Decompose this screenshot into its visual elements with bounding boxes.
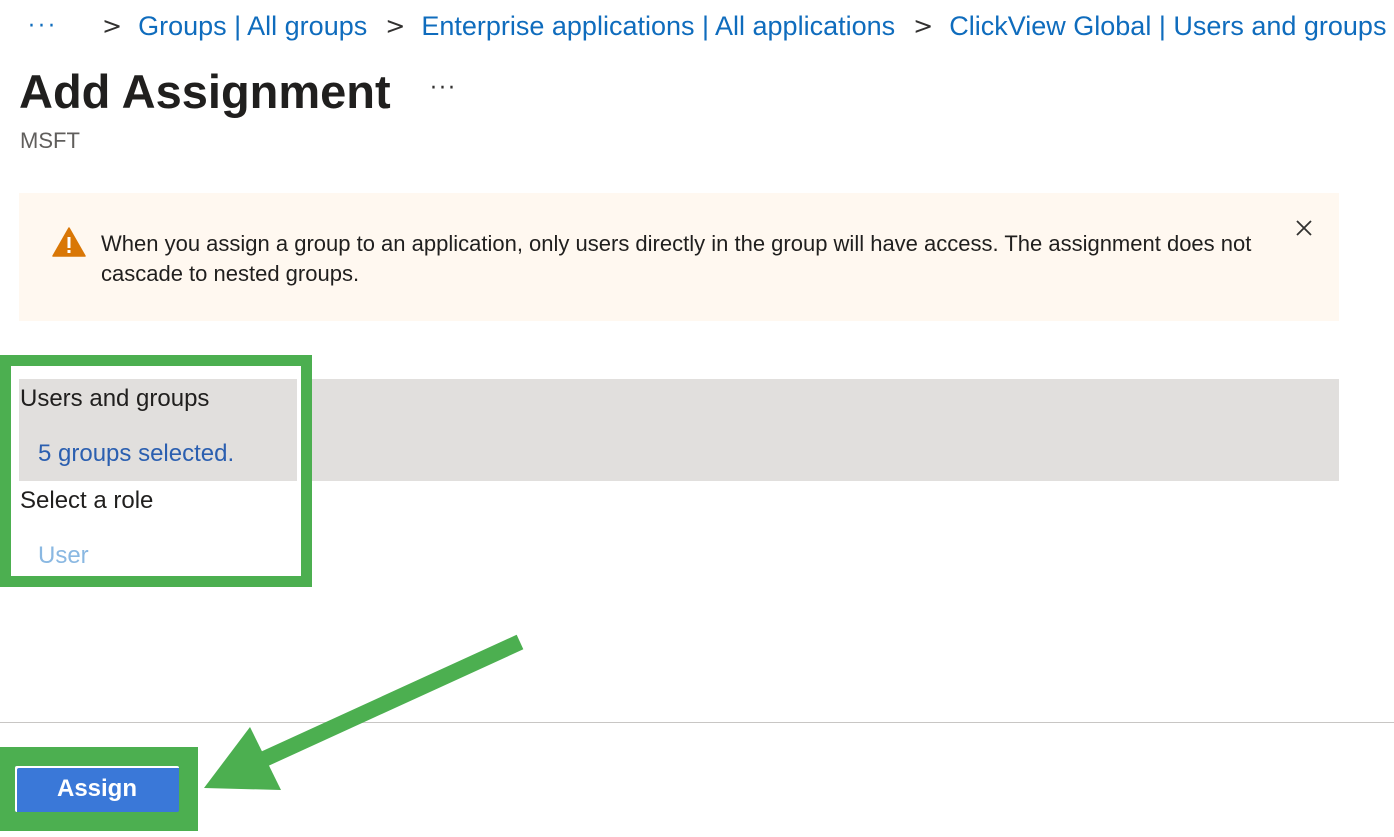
warning-banner: When you assign a group to an applicatio…	[19, 193, 1339, 321]
users-and-groups-link[interactable]: 5 groups selected.	[38, 440, 234, 468]
footer-divider	[0, 722, 1394, 723]
more-options-button[interactable]: ···	[430, 76, 457, 101]
page-subtitle: MSFT	[20, 128, 80, 153]
breadcrumb-separator: >	[385, 12, 406, 40]
breadcrumb-separator: >	[913, 12, 934, 40]
close-icon[interactable]	[1293, 217, 1315, 239]
select-role-link[interactable]: User	[38, 542, 89, 570]
breadcrumb: ··· > Groups | All groups > Enterprise a…	[28, 4, 1394, 48]
page-title: Add Assignment	[19, 65, 391, 118]
breadcrumb-overflow-button[interactable]: ···	[28, 14, 58, 39]
warning-triangle-icon	[52, 227, 86, 257]
warning-message: When you assign a group to an applicatio…	[101, 231, 1252, 286]
breadcrumb-link-enterprise-applications[interactable]: Enterprise applications | All applicatio…	[421, 11, 895, 42]
breadcrumb-separator: >	[101, 12, 123, 40]
breadcrumb-link-groups[interactable]: Groups | All groups	[138, 11, 367, 42]
assign-button[interactable]: Assign	[15, 766, 179, 812]
select-role-label: Select a role	[20, 487, 154, 514]
users-and-groups-label: Users and groups	[20, 385, 210, 412]
breadcrumb-link-clickview-global[interactable]: ClickView Global | Users and groups	[949, 11, 1386, 42]
